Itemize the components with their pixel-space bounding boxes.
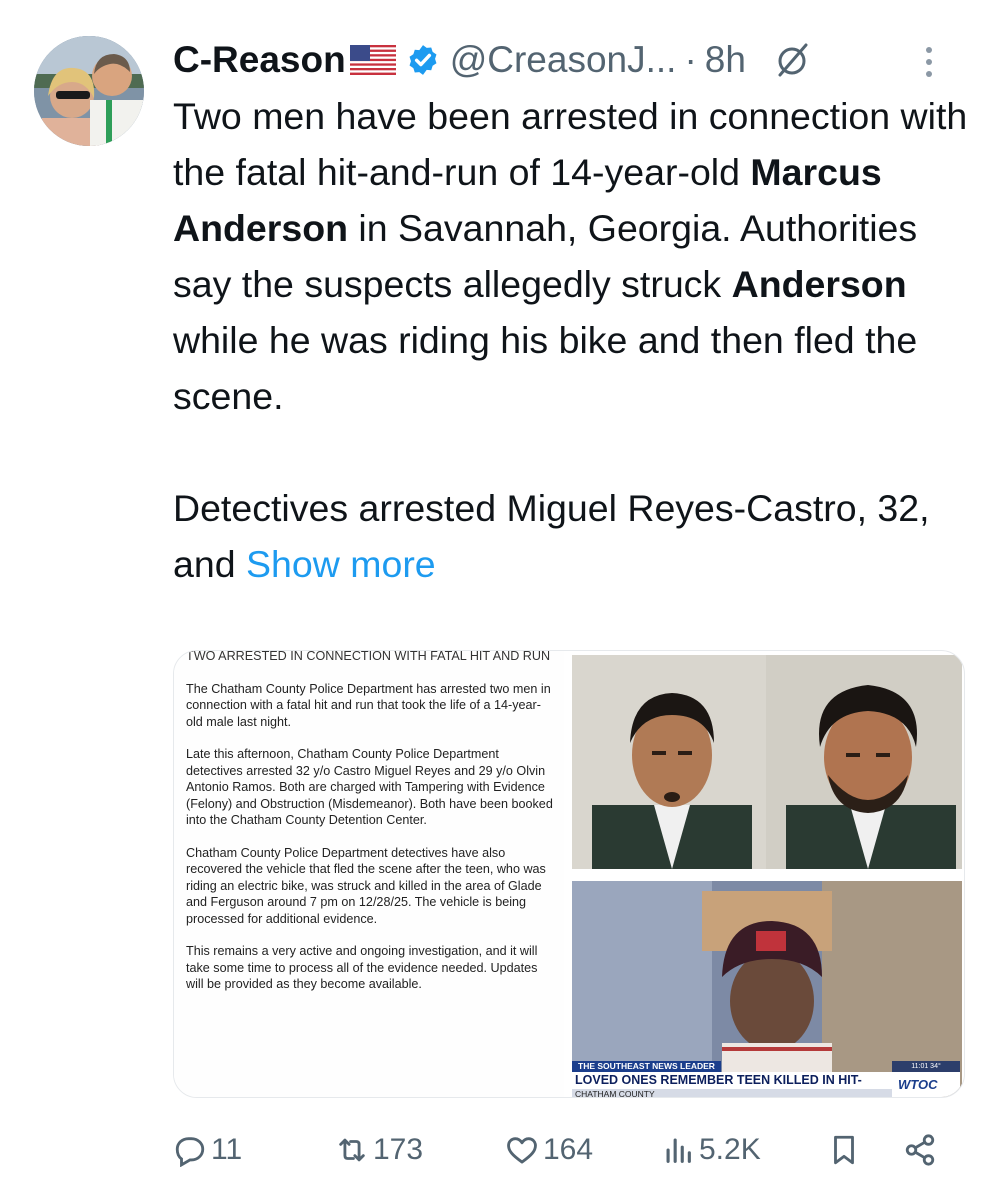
analytics-icon bbox=[666, 1138, 691, 1163]
tweet-media[interactable]: TWO ARRESTED IN CONNECTION WITH FATAL HI… bbox=[173, 650, 965, 1098]
view-count: 5.2K bbox=[699, 1133, 761, 1166]
header-separator: · bbox=[684, 39, 697, 80]
bookmark-button[interactable] bbox=[827, 1128, 861, 1172]
tweet-header: C-Reason @CreasonJ... · 8h bbox=[173, 38, 977, 82]
photo-column: THE SOUTHEAST NEWS LEADER LOVED ONES REM… bbox=[572, 651, 964, 1097]
news-headline: LOVED ONES REMEMBER TEEN KILLED IN HIT-A… bbox=[572, 1072, 892, 1097]
press-release-paragraph: Chatham County Police Department detecti… bbox=[186, 845, 546, 926]
tweet-actions: 11 173 164 5.2K bbox=[173, 1128, 963, 1172]
verified-badge-icon[interactable] bbox=[406, 43, 440, 77]
tweet-bold-name: Anderson bbox=[731, 263, 907, 305]
press-release-paragraph: The Chatham County Police Department has… bbox=[186, 681, 551, 729]
us-flag-icon bbox=[349, 45, 396, 75]
news-tagline: THE SOUTHEAST NEWS LEADER bbox=[572, 1061, 721, 1072]
tweet-text-segment: while he was riding his bike and then fl… bbox=[173, 319, 918, 417]
press-release-image[interactable]: TWO ARRESTED IN CONNECTION WITH FATAL HI… bbox=[174, 650, 564, 1097]
share-button[interactable] bbox=[903, 1128, 937, 1172]
reply-count: 11 bbox=[211, 1133, 243, 1166]
show-more-link[interactable]: Show more bbox=[246, 543, 436, 585]
tweet-paragraph-2: Detectives arrested Miguel Reyes-Castro,… bbox=[173, 480, 973, 592]
bookmark-icon bbox=[834, 1135, 854, 1165]
heart-icon bbox=[507, 1137, 537, 1164]
news-logo: WTOC bbox=[892, 1072, 960, 1097]
press-release-paragraph: Late this afternoon, Chatham County Poli… bbox=[186, 747, 553, 827]
news-location: CHATHAM COUNTY bbox=[572, 1089, 892, 1097]
mugshots-image[interactable] bbox=[572, 655, 962, 869]
repost-count: 173 bbox=[373, 1133, 424, 1166]
tweet-text: Two men have been arrested in connection… bbox=[173, 88, 973, 592]
news-logo-text: WTOC bbox=[898, 1077, 938, 1092]
like-count: 164 bbox=[543, 1133, 594, 1166]
like-button[interactable]: 164 bbox=[505, 1128, 593, 1172]
news-broadcast-image[interactable]: THE SOUTHEAST NEWS LEADER LOVED ONES REM… bbox=[572, 881, 962, 1097]
news-time: 11:01 34° bbox=[892, 1061, 960, 1072]
news-lower-third: THE SOUTHEAST NEWS LEADER LOVED ONES REM… bbox=[572, 1061, 962, 1097]
press-release-title: TWO ARRESTED IN CONNECTION WITH FATAL HI… bbox=[186, 650, 551, 663]
display-name[interactable]: C-Reason bbox=[173, 39, 346, 81]
reply-icon bbox=[175, 1137, 205, 1167]
tweet-paragraph-1: Two men have been arrested in connection… bbox=[173, 88, 973, 424]
grok-icon[interactable] bbox=[772, 40, 812, 80]
views-button[interactable]: 5.2K bbox=[661, 1128, 761, 1172]
more-options-icon[interactable] bbox=[923, 42, 935, 82]
reply-button[interactable]: 11 bbox=[173, 1128, 242, 1172]
author-handle[interactable]: @CreasonJ... bbox=[450, 39, 677, 81]
avatar-photo bbox=[34, 36, 144, 146]
tweet-timestamp[interactable]: 8h bbox=[705, 39, 746, 81]
press-release-paragraph: This remains a very active and ongoing i… bbox=[186, 944, 538, 991]
share-icon bbox=[905, 1134, 935, 1166]
repost-button[interactable]: 173 bbox=[335, 1128, 423, 1172]
repost-icon bbox=[339, 1138, 365, 1162]
author-avatar[interactable] bbox=[34, 36, 144, 146]
